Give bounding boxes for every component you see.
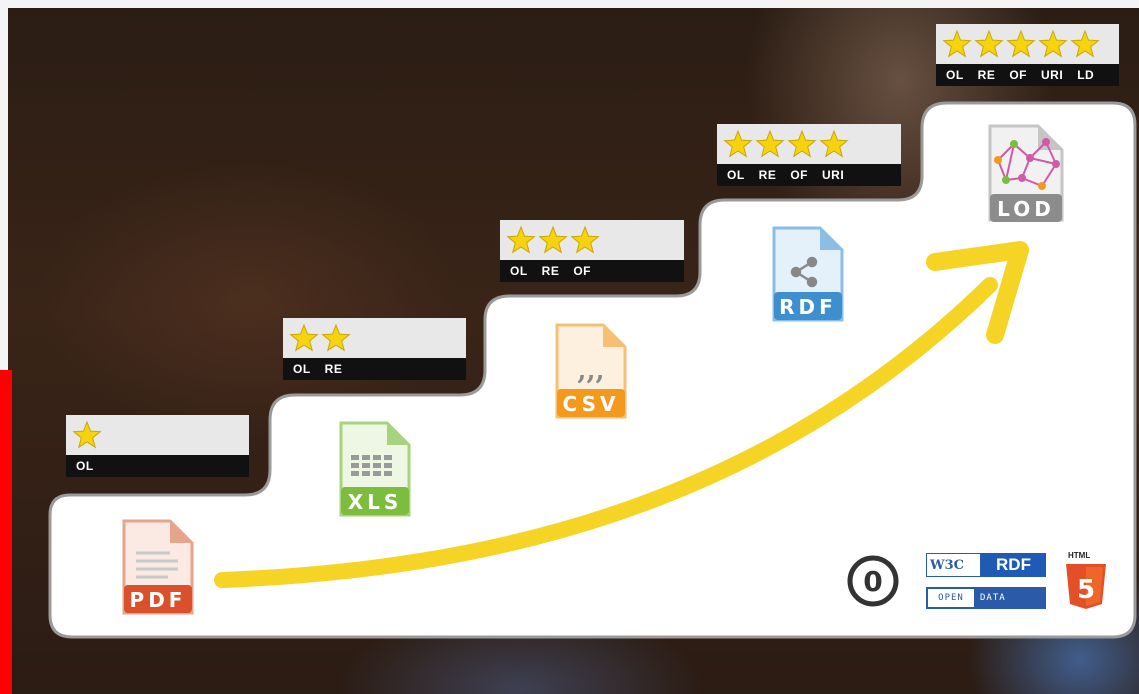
- stars-row: [717, 124, 901, 164]
- csv-file-icon: ,,, CSV: [555, 323, 627, 419]
- label-re: RE: [977, 68, 996, 82]
- star-icon: [1070, 29, 1100, 58]
- star-icon: [1006, 29, 1036, 58]
- star-icon: [570, 225, 600, 254]
- star-icon: [72, 420, 102, 449]
- label-of: OF: [1009, 68, 1028, 82]
- label-ol: OL: [76, 459, 94, 473]
- label-of: OF: [790, 168, 809, 182]
- labels-row: OL: [66, 455, 249, 477]
- lod-file-icon: LOD: [988, 124, 1064, 222]
- data-label: DATA: [974, 589, 1044, 607]
- star-icon: [538, 225, 568, 254]
- stars-row: [936, 24, 1119, 64]
- pdf-label: PDF: [130, 588, 187, 612]
- badge-level-4: OL RE OF URI: [717, 124, 901, 186]
- xls-file-icon: XLS: [339, 421, 411, 517]
- svg-text:,,,: ,,,: [577, 356, 604, 386]
- rdf-file-icon: RDF: [772, 226, 844, 322]
- star-icon: [289, 323, 319, 352]
- html5-digit: 5: [1077, 575, 1095, 605]
- star-icon: [321, 323, 351, 352]
- cc-zero-digit: 0: [863, 565, 882, 598]
- cc-zero-icon: 0: [847, 555, 899, 607]
- label-ld: LD: [1077, 68, 1095, 82]
- star-icon: [1038, 29, 1068, 58]
- badge-level-5: OL RE OF URI LD: [936, 24, 1119, 86]
- label-ol: OL: [293, 362, 311, 376]
- badge-level-1: OL: [66, 415, 249, 477]
- stars-row: [500, 220, 684, 260]
- w3c-rdf-logo: W3C RDF: [926, 553, 1046, 577]
- label-of: OF: [573, 264, 592, 278]
- label-uri: URI: [1041, 68, 1064, 82]
- w3c-label: W3C: [926, 553, 981, 577]
- star-icon: [942, 29, 972, 58]
- label-ol: OL: [946, 68, 964, 82]
- lod-label: LOD: [997, 197, 1055, 221]
- rdf-logo-label: RDF: [981, 553, 1046, 577]
- star-icon: [974, 29, 1004, 58]
- csv-label: CSV: [563, 392, 620, 416]
- label-re: RE: [324, 362, 343, 376]
- label-re: RE: [758, 168, 777, 182]
- xls-label: XLS: [348, 490, 403, 514]
- labels-row: OL RE OF URI LD: [936, 64, 1119, 86]
- star-icon: [506, 225, 536, 254]
- html-label: HTML: [1068, 551, 1091, 560]
- labels-row: OL RE: [283, 358, 466, 380]
- open-data-logo: OPEN DATA: [926, 587, 1046, 609]
- label-re: RE: [541, 264, 560, 278]
- stars-row: [66, 415, 249, 455]
- labels-row: OL RE OF: [500, 260, 684, 282]
- star-icon: [755, 129, 785, 158]
- star-icon: [819, 129, 849, 158]
- star-icon: [787, 129, 817, 158]
- label-ol: OL: [727, 168, 745, 182]
- badge-level-3: OL RE OF: [500, 220, 684, 282]
- labels-row: OL RE OF URI: [717, 164, 901, 186]
- open-label: OPEN: [938, 593, 964, 603]
- rdf-label: RDF: [779, 295, 837, 319]
- badge-level-2: OL RE: [283, 318, 466, 380]
- star-icon: [723, 129, 753, 158]
- html5-shield-icon: 5: [1066, 564, 1106, 609]
- pdf-file-icon: PDF: [122, 519, 194, 615]
- stars-row: [283, 318, 466, 358]
- red-accent-bar: [0, 370, 12, 694]
- label-ol: OL: [510, 264, 528, 278]
- label-uri: URI: [822, 168, 845, 182]
